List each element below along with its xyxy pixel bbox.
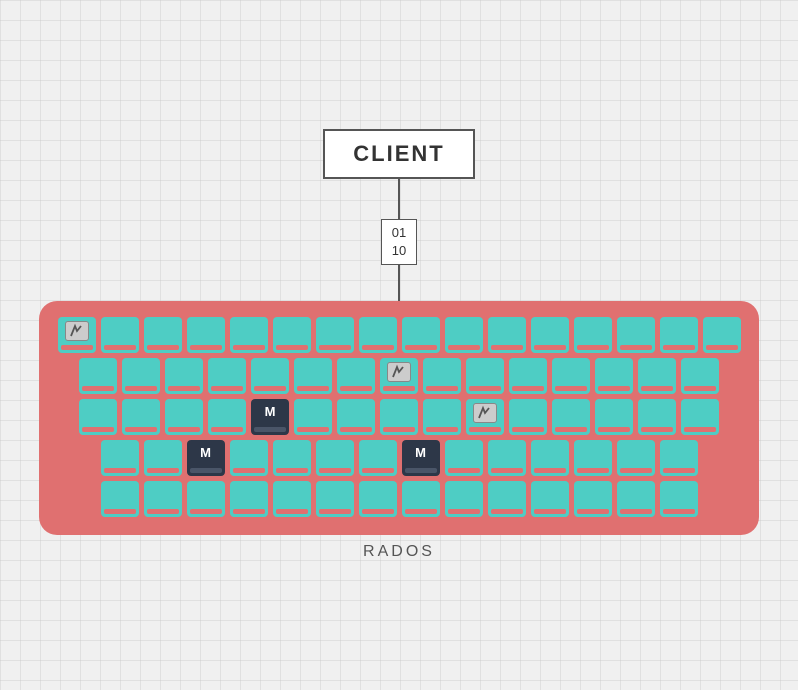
key-r4-13 — [617, 440, 655, 476]
client-box: CLIENT — [323, 129, 474, 179]
key-r3-15 — [681, 399, 719, 435]
key-r3-11 — [509, 399, 547, 435]
key-r4-6 — [316, 440, 354, 476]
diagram: CLIENT 01 10 — [39, 129, 759, 561]
key-r5-2 — [144, 481, 182, 517]
key-r4-12 — [574, 440, 612, 476]
key-r1-8 — [359, 317, 397, 353]
key-r3-7 — [337, 399, 375, 435]
key-r3-3 — [165, 399, 203, 435]
key-r5-12 — [574, 481, 612, 517]
line-bottom — [398, 265, 400, 301]
key-r5-9 — [445, 481, 483, 517]
key-row-2 — [57, 358, 741, 394]
key-r2-13 — [595, 358, 633, 394]
key-r5-13 — [617, 481, 655, 517]
client-label: CLIENT — [353, 141, 444, 166]
key-r1-5 — [230, 317, 268, 353]
key-r5-4 — [230, 481, 268, 517]
key-r5-8 — [402, 481, 440, 517]
key-r1-13 — [574, 317, 612, 353]
key-r2-1 — [79, 358, 117, 394]
key-r5-11 — [531, 481, 569, 517]
connector-line: 01 10 — [381, 179, 417, 301]
key-lambda-1 — [58, 317, 96, 353]
key-r3-6 — [294, 399, 332, 435]
key-lambda-2 — [380, 358, 418, 394]
key-r4-10 — [488, 440, 526, 476]
key-r1-7 — [316, 317, 354, 353]
key-r2-7 — [337, 358, 375, 394]
rados-label: RADOS — [363, 543, 435, 561]
key-r1-2 — [101, 317, 139, 353]
key-r3-1 — [79, 399, 117, 435]
key-r3-14 — [638, 399, 676, 435]
key-r4-4 — [230, 440, 268, 476]
key-r1-9 — [402, 317, 440, 353]
key-r4-9 — [445, 440, 483, 476]
key-r2-12 — [552, 358, 590, 394]
key-r1-6 — [273, 317, 311, 353]
keyboard: M — [39, 301, 759, 535]
key-r1-14 — [617, 317, 655, 353]
key-r2-10 — [466, 358, 504, 394]
data-line1: 01 — [392, 225, 406, 240]
key-r3-4 — [208, 399, 246, 435]
key-r5-1 — [101, 481, 139, 517]
key-r3-13 — [595, 399, 633, 435]
key-r5-10 — [488, 481, 526, 517]
key-r4-5 — [273, 440, 311, 476]
key-r5-14 — [660, 481, 698, 517]
key-r2-14 — [638, 358, 676, 394]
key-r4-7 — [359, 440, 397, 476]
key-r1-3 — [144, 317, 182, 353]
lambda-icon-3 — [473, 403, 497, 423]
key-r2-11 — [509, 358, 547, 394]
lambda-icon-2 — [387, 362, 411, 382]
key-row-5 — [57, 481, 741, 517]
key-r2-4 — [208, 358, 246, 394]
key-row-4: M M — [57, 440, 741, 476]
key-r2-9 — [423, 358, 461, 394]
key-r5-5 — [273, 481, 311, 517]
key-r2-6 — [294, 358, 332, 394]
keyboard-rows: M — [57, 317, 741, 517]
key-r5-6 — [316, 481, 354, 517]
key-r4-2 — [144, 440, 182, 476]
data-line2: 10 — [392, 243, 406, 258]
key-r5-7 — [359, 481, 397, 517]
data-packet-box: 01 10 — [381, 219, 417, 265]
lambda-icon — [65, 321, 89, 341]
key-row-1 — [57, 317, 741, 353]
line-top — [398, 179, 400, 219]
m-label-3: M — [402, 445, 440, 460]
keyboard-wrapper: M — [39, 301, 759, 561]
key-m-3: M — [402, 440, 440, 476]
key-r4-14 — [660, 440, 698, 476]
m-label-2: M — [187, 445, 225, 460]
m-label-1: M — [251, 404, 289, 419]
key-r2-5 — [251, 358, 289, 394]
key-r5-3 — [187, 481, 225, 517]
key-r1-15 — [660, 317, 698, 353]
key-r1-12 — [531, 317, 569, 353]
key-r2-3 — [165, 358, 203, 394]
key-r2-2 — [122, 358, 160, 394]
key-r3-2 — [122, 399, 160, 435]
key-r3-9 — [423, 399, 461, 435]
key-r1-16 — [703, 317, 741, 353]
key-r2-15 — [681, 358, 719, 394]
key-r1-10 — [445, 317, 483, 353]
key-row-3: M — [57, 399, 741, 435]
key-r1-11 — [488, 317, 526, 353]
key-lambda-3 — [466, 399, 504, 435]
key-r3-8 — [380, 399, 418, 435]
key-m-2: M — [187, 440, 225, 476]
key-r4-11 — [531, 440, 569, 476]
key-r3-12 — [552, 399, 590, 435]
key-r4-1 — [101, 440, 139, 476]
key-m-1: M — [251, 399, 289, 435]
key-r1-4 — [187, 317, 225, 353]
